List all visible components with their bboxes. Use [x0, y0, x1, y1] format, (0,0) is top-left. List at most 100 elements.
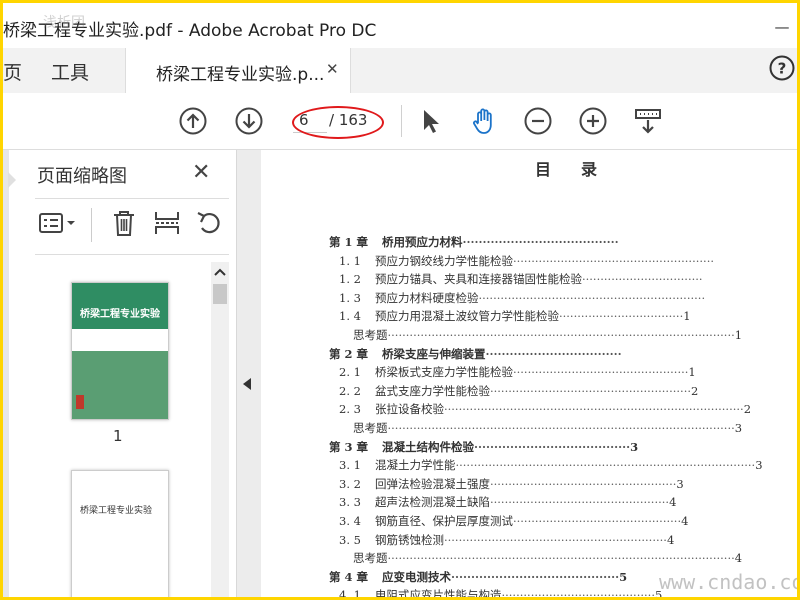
thumbnail-options-icon[interactable]: [37, 208, 75, 238]
panel-divider: [35, 198, 229, 199]
toc-leader: ········································…: [451, 569, 620, 584]
toc-title: 预应力钢绞线力学性能检验: [374, 253, 513, 268]
toc-title: 盆式支座力学性能检验: [374, 383, 490, 398]
hand-tool-icon[interactable]: [469, 106, 499, 136]
toc-title: 桥梁支座与伸缩装置: [382, 346, 486, 361]
toc-page-number: 2: [743, 402, 752, 417]
watermark: www.cndao.com: [659, 570, 800, 594]
toc-entry[interactable]: 3. 4 钢筋直径、保护层厚度测试························…: [339, 513, 688, 529]
insert-page-icon[interactable]: [152, 208, 182, 238]
toc-title: 预应力材料硬度检验: [374, 290, 479, 305]
toc-number: 第 3 章: [329, 439, 369, 454]
help-icon[interactable]: ?: [769, 55, 795, 81]
zoom-out-icon[interactable]: [523, 106, 553, 136]
toc-entry[interactable]: 1. 3 预应力材料硬度检验···························…: [339, 290, 705, 306]
toc-title: 桥梁板式支座力学性能检验: [374, 365, 513, 380]
toc-entry[interactable]: 3. 1 混凝土力学性能·····························…: [339, 457, 763, 473]
toc-leader: ········································…: [512, 365, 689, 380]
toc-page-number: 3: [734, 421, 743, 435]
toc-title: 应变电测技术: [382, 569, 452, 584]
panel-tool-divider: [91, 208, 92, 242]
scroll-up-icon[interactable]: [211, 262, 229, 282]
toc-chapter[interactable]: 第 4 章应变电测技术·····························…: [329, 569, 627, 585]
toc-chapter[interactable]: 第 3 章混凝土结构件检验···························…: [329, 439, 638, 455]
toc-entry[interactable]: 1. 2 预应力锚具、夹具和连接器锚固性能检验··················…: [339, 271, 703, 287]
toc-number: 1. 4: [339, 309, 361, 324]
panel-title: 页面缩略图: [37, 166, 127, 187]
toc-leader: ··································: [558, 309, 684, 324]
toc-entry[interactable]: 2. 1 桥梁板式支座力学性能检验························…: [339, 364, 696, 380]
toc-page-number: 1: [734, 328, 743, 342]
toc-entry[interactable]: 思考题·····································…: [339, 420, 742, 436]
toc-entry[interactable]: 3. 5 钢筋锈蚀检测······························…: [339, 532, 674, 548]
thumbnail-2-title: 桥梁工程专业实验: [80, 506, 153, 516]
select-cursor-icon[interactable]: [415, 106, 445, 136]
minimize-button[interactable]: —: [767, 14, 797, 40]
toc-page-number: 4: [669, 495, 677, 510]
toc-leader: ········································…: [489, 495, 670, 510]
toc-title: 思考题: [353, 421, 388, 435]
watermark-top: 浅析团: [43, 15, 85, 31]
toc-title: 钢筋锈蚀检测: [374, 532, 444, 547]
app-window: 桥梁工程专业实验.pdf - Adobe Acrobat Pro DC 浅析团 …: [0, 0, 800, 600]
toc-title: 预应力用混凝土波纹管力学性能检验: [374, 309, 559, 324]
toc-chapter[interactable]: 第 2 章桥梁支座与伸缩装置··························…: [329, 346, 622, 362]
toc-entry[interactable]: 思考题·····································…: [339, 327, 742, 343]
toc-page-number: 3: [755, 458, 763, 473]
toc-title: 钢筋直径、保护层厚度测试: [374, 514, 513, 528]
svg-text:?: ?: [778, 60, 787, 78]
toc-entry[interactable]: 思考题·····································…: [339, 550, 742, 566]
toc-title: 超声法检测混凝土缺陷: [374, 495, 490, 510]
collapse-left-icon[interactable]: [243, 378, 251, 390]
toc-title: 电阻式应变片性能与构造: [374, 588, 502, 600]
toc-entry[interactable]: 3. 3 超声法检测混凝土缺陷··························…: [339, 494, 676, 510]
thumbnail-page-2[interactable]: 桥梁工程专业实验: [71, 470, 169, 597]
toc-number: 4. 1: [339, 588, 361, 600]
toc-leader: ········································…: [478, 290, 706, 305]
tab-home[interactable]: 页: [3, 58, 22, 85]
toc-page-number: 5: [619, 569, 628, 584]
tab-close-button[interactable]: ✕: [326, 60, 339, 78]
read-mode-icon[interactable]: [633, 106, 663, 136]
thumbnail-panel: 页面缩略图 ✕ 桥梁工程专业实验 1 桥梁工程专业实验: [8, 150, 237, 597]
toc-leader: ········································…: [387, 328, 735, 342]
toc-title: 回弹法检验混凝土强度: [374, 476, 490, 491]
toc-entry[interactable]: 3. 2 回弹法检验混凝土强度··························…: [339, 476, 684, 492]
zoom-in-icon[interactable]: [578, 106, 608, 136]
cover-white-band: [72, 329, 168, 351]
trash-icon[interactable]: [109, 208, 139, 238]
toc-entry[interactable]: 1. 4 预应力用混凝土波纹管力学性能检验····················…: [339, 308, 691, 324]
rotate-icon[interactable]: [194, 208, 224, 238]
toc-leader: ··································: [485, 346, 622, 361]
toc-title: 桥用预应力材料: [382, 235, 463, 249]
toc-entry[interactable]: 1. 1 预应力钢绞线力学性能检验························…: [339, 253, 714, 269]
toc-entry[interactable]: 2. 2 盆式支座力学性能检验··························…: [339, 383, 698, 399]
page-highlight-oval: [292, 106, 384, 139]
toc-title: 张拉设备校验: [374, 402, 444, 417]
panel-pointer: [8, 172, 16, 188]
toc-page-number: 4: [734, 551, 743, 566]
toc-number: 第 4 章: [329, 569, 369, 584]
scroll-thumb[interactable]: [213, 284, 227, 304]
toc-number: 1. 1: [339, 253, 361, 268]
panel-close-button[interactable]: ✕: [192, 160, 210, 185]
document-view[interactable]: 目录 第 1 章桥用预应力材料·························…: [261, 150, 797, 600]
up-arrow-icon[interactable]: [178, 106, 208, 136]
toc-chapter[interactable]: 第 1 章桥用预应力材料····························…: [329, 234, 619, 250]
tab-tools[interactable]: 工具: [51, 58, 89, 85]
thumbnail-page-1[interactable]: 桥梁工程专业实验: [71, 282, 169, 420]
toc-number: 1. 2: [339, 272, 361, 287]
toc-number: 第 2 章: [329, 346, 369, 361]
toc-entry[interactable]: 4. 1 电阻式应变片性能与构造·························…: [339, 587, 662, 600]
toc-entry[interactable]: 2. 3 张拉设备校验······························…: [339, 401, 751, 417]
toc-page-number: 2: [691, 383, 699, 398]
panel-collapse-bar[interactable]: [237, 150, 261, 597]
panel-scrollbar[interactable]: [211, 262, 229, 597]
tab-document[interactable]: 桥梁工程专业实验.p... ✕: [125, 48, 351, 94]
toc-title: 预应力锚具、夹具和连接器锚固性能检验: [374, 272, 582, 287]
toc-number: 3. 4: [339, 514, 361, 528]
toc-leader: ·······································: [462, 235, 619, 249]
toc-leader: ········································…: [512, 514, 682, 528]
down-arrow-icon[interactable]: [234, 106, 264, 136]
title-bar: 桥梁工程专业实验.pdf - Adobe Acrobat Pro DC 浅析团 …: [3, 6, 797, 48]
